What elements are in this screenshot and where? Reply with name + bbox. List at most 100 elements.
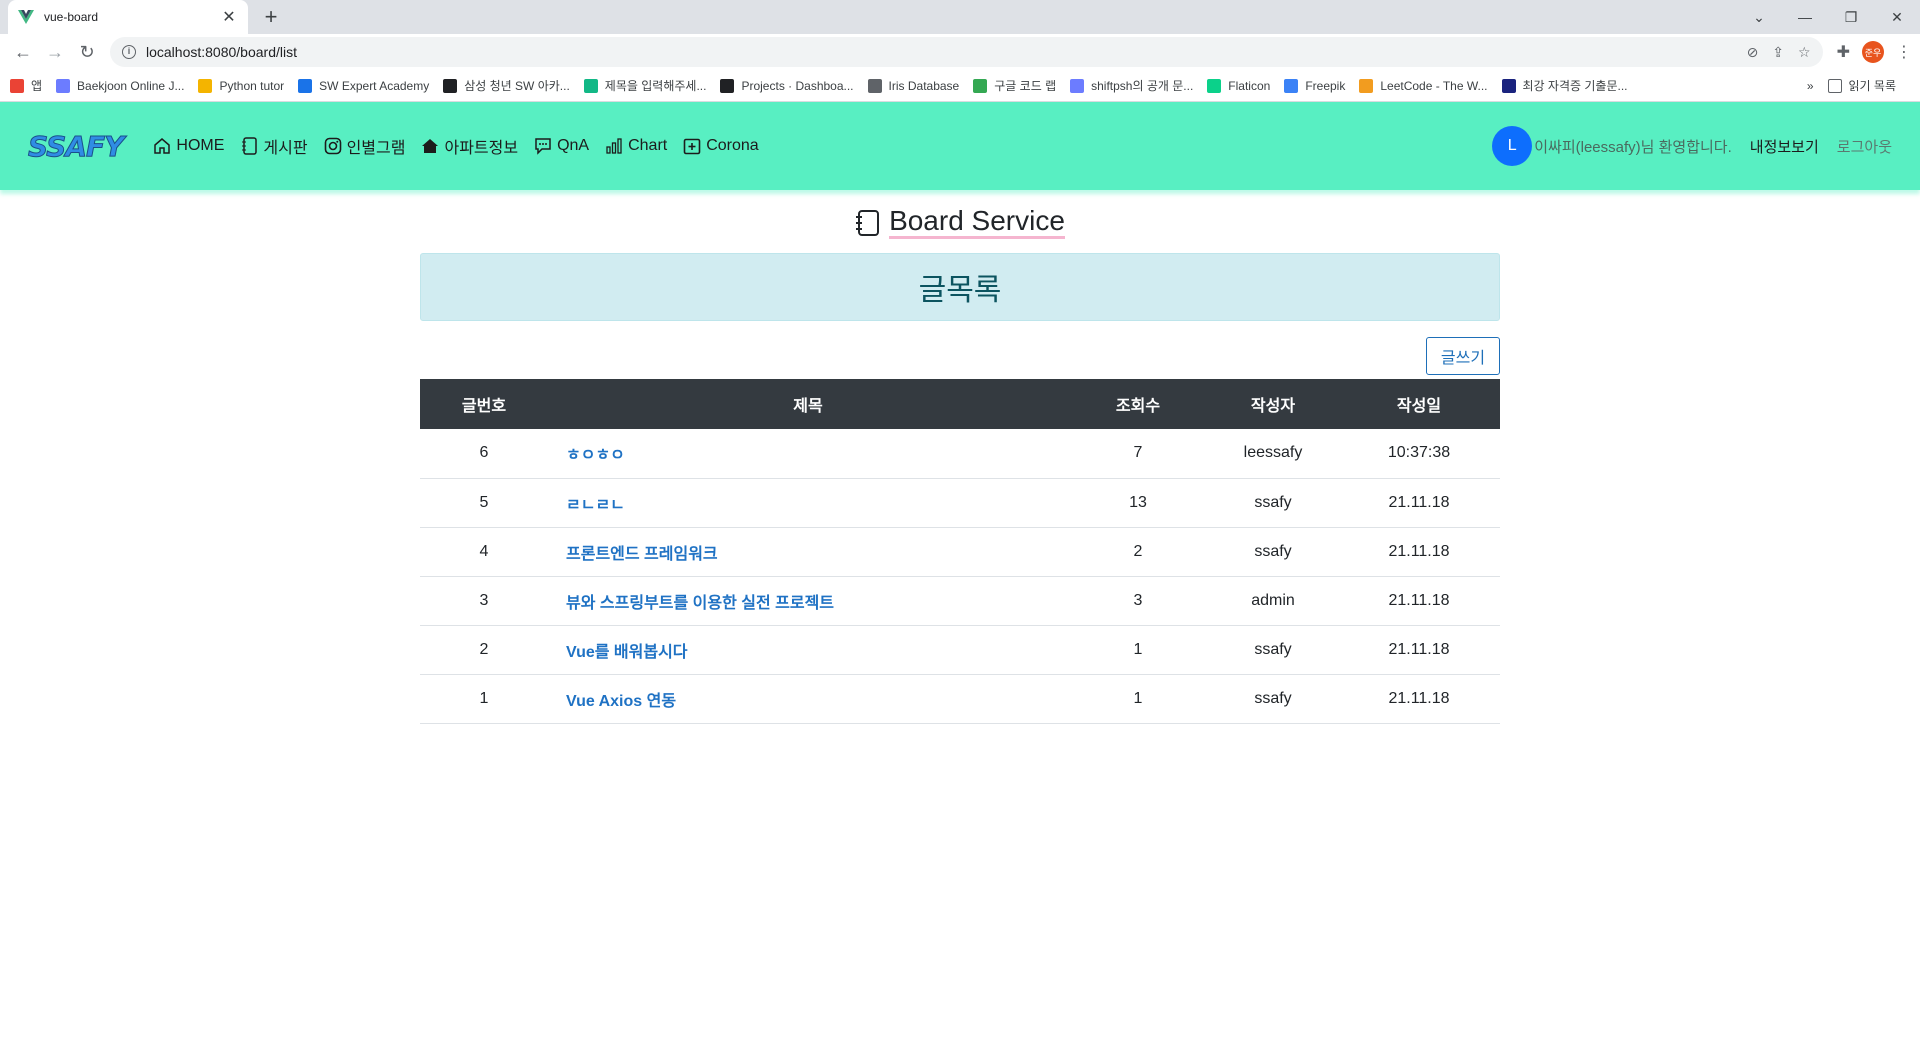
menu-icon[interactable]: ⋮ xyxy=(1896,42,1912,62)
extensions-icon[interactable]: ✚ xyxy=(1837,42,1850,62)
bar-chart-icon xyxy=(605,137,623,155)
vue-logo-icon xyxy=(18,10,34,24)
my-info-link[interactable]: 내정보보기 xyxy=(1750,136,1819,157)
bookmark-item[interactable]: shiftpsh의 공개 문... xyxy=(1070,77,1193,94)
bookmark-item[interactable]: 구글 코드 랩 xyxy=(973,77,1056,94)
nav-link-label: Chart xyxy=(628,137,668,154)
ssafy-logo[interactable]: SSAFY xyxy=(27,129,124,163)
gitlab-icon xyxy=(720,78,735,93)
cell-subject: 프론트엔드 프레임워크 xyxy=(548,527,1068,577)
bookmark-item[interactable]: 최강 자격증 기출문... xyxy=(1501,77,1628,94)
write-button[interactable]: 글쓰기 xyxy=(1426,337,1500,375)
m-icon xyxy=(583,78,598,93)
bookmark-label: SW Expert Academy xyxy=(319,78,430,93)
cell-hit: 7 xyxy=(1068,429,1208,479)
nav-link[interactable]: HOME xyxy=(153,134,224,158)
cell-date: 10:37:38 xyxy=(1338,429,1500,479)
subject-link[interactable]: ㅎㅇㅎㅇ xyxy=(566,447,625,464)
table-row: 2 Vue를 배워봅시다 1 ssafy 21.11.18 xyxy=(420,625,1500,675)
minimize-icon[interactable]: — xyxy=(1782,0,1828,34)
cell-hit: 13 xyxy=(1068,478,1208,528)
close-tab-icon[interactable]: ✕ xyxy=(220,7,238,27)
nav-link[interactable]: Corona xyxy=(683,134,759,158)
bookmark-item[interactable]: Python tutor xyxy=(198,78,285,93)
bookmark-item[interactable]: LeetCode - The W... xyxy=(1359,78,1488,93)
chat-dots-icon xyxy=(534,137,552,155)
app-navbar: SSAFY HOME 게시판 인별그램 아파트정보 QnA Chart Corona L 이… xyxy=(0,102,1920,190)
address-bar[interactable]: i localhost:8080/board/list ⊘ ⇪ ☆ xyxy=(110,37,1823,67)
bookmark-label: 구글 코드 랩 xyxy=(994,79,1057,93)
code-icon xyxy=(1070,78,1085,93)
camera-blocked-icon[interactable]: ⊘ xyxy=(1747,44,1759,61)
profile-avatar[interactable]: 준우 xyxy=(1862,41,1884,63)
cell-subject: ㅎㅇㅎㅇ xyxy=(548,429,1068,479)
subject-link[interactable]: 프론트엔드 프레임워크 xyxy=(566,546,718,563)
cell-hit: 3 xyxy=(1068,576,1208,626)
close-window-icon[interactable]: ✕ xyxy=(1874,0,1920,34)
browser-tab[interactable]: vue-board ✕ xyxy=(8,0,248,34)
bookmark-item[interactable]: Iris Database xyxy=(867,78,960,93)
bookmark-label: Flaticon xyxy=(1228,78,1271,93)
subject-link[interactable]: ㄹㄴㄹㄴ xyxy=(566,497,625,514)
nav-link-label: 아파트정보 xyxy=(444,140,519,157)
tab-search-icon[interactable]: ⌄ xyxy=(1736,0,1782,34)
back-icon[interactable]: ← xyxy=(8,37,38,67)
new-tab-button[interactable]: + xyxy=(258,4,284,30)
nav-link[interactable]: QnA xyxy=(534,134,589,158)
welcome-text: 이싸피(leessafy)님 환영합니다. xyxy=(1534,138,1732,156)
restore-icon[interactable]: ❐ xyxy=(1828,0,1874,34)
reading-list[interactable]: 읽기 목록 xyxy=(1827,77,1896,94)
subject-link[interactable]: Vue Axios 연동 xyxy=(566,693,676,710)
bookmark-item[interactable]: 삼성 청년 SW 아카... xyxy=(443,77,570,94)
cell-subject: 뷰와 스프링부트를 이용한 실전 프로젝트 xyxy=(548,576,1068,626)
forward-icon[interactable]: → xyxy=(40,37,70,67)
nav-link[interactable]: 게시판 xyxy=(240,134,308,158)
bookmark-item[interactable]: Flaticon xyxy=(1207,78,1271,93)
cell-writer: leessafy xyxy=(1208,429,1338,479)
journal-icon xyxy=(856,209,880,236)
bookmark-item[interactable]: Freepik xyxy=(1284,78,1346,93)
codelab-icon xyxy=(973,78,988,93)
cell-writer: ssafy xyxy=(1208,674,1338,724)
cell-hit: 1 xyxy=(1068,625,1208,675)
cell-no: 5 xyxy=(420,478,548,528)
bookmark-label: Freepik xyxy=(1305,78,1346,93)
bookmark-item[interactable]: Baekjoon Online J... xyxy=(56,78,184,93)
share-icon[interactable]: ⇪ xyxy=(1772,44,1784,61)
reading-list-icon xyxy=(1827,78,1842,93)
main-content: Board Service 글목록 글쓰기 글번호 제목 조회수 작성자 작성일… xyxy=(420,206,1500,724)
nav-link[interactable]: 아파트정보 xyxy=(421,134,518,158)
bookmark-label: 삼성 청년 SW 아카... xyxy=(464,79,570,93)
swea-icon xyxy=(298,78,313,93)
nav-link[interactable]: Chart xyxy=(605,134,667,158)
bookmark-item[interactable]: 제목을 입력해주세... xyxy=(583,77,707,94)
board-table: 글번호 제목 조회수 작성자 작성일 6 ㅎㅇㅎㅇ 7 leessafy 10:37:3… xyxy=(420,379,1500,724)
nav-link-label: Corona xyxy=(706,137,759,154)
subject-link[interactable]: 뷰와 스프링부트를 이용한 실전 프로젝트 xyxy=(566,595,834,612)
subject-link[interactable]: Vue를 배워봅시다 xyxy=(566,644,688,661)
bookmarks-bar: 앱 Baekjoon Online J... Python tutor SW Expe… xyxy=(0,70,1920,102)
nav-link-label: 인별그램 xyxy=(346,140,406,157)
cell-no: 1 xyxy=(420,674,548,724)
nav-link-label: 게시판 xyxy=(263,140,308,157)
cell-date: 21.11.18 xyxy=(1338,625,1500,675)
bookmark-label: Projects · Dashboa... xyxy=(741,78,854,93)
bookmark-item[interactable]: SW Expert Academy xyxy=(298,78,430,93)
bookmark-star-icon[interactable]: ☆ xyxy=(1798,44,1811,61)
ssafy-icon xyxy=(443,78,458,93)
bookmark-item[interactable]: Projects · Dashboa... xyxy=(720,78,854,93)
site-info-icon[interactable]: i xyxy=(122,45,136,59)
nav-link[interactable]: 인별그램 xyxy=(324,134,406,158)
bookmark-label: Python tutor xyxy=(219,78,285,93)
more-bookmarks-icon[interactable]: » xyxy=(1807,79,1814,93)
logout-link[interactable]: 로그아웃 xyxy=(1837,136,1892,157)
gsc-icon xyxy=(1501,78,1516,93)
reload-icon[interactable]: ↻ xyxy=(72,37,102,67)
bookmark-label: 제목을 입력해주세... xyxy=(604,79,707,93)
header-date: 작성일 xyxy=(1396,398,1442,415)
bookmark-label: Iris Database xyxy=(888,78,960,93)
cell-hit: 2 xyxy=(1068,527,1208,577)
bookmark-item[interactable]: 앱 xyxy=(10,77,42,94)
nav-link-label: HOME xyxy=(176,137,225,154)
cell-subject: Vue Axios 연동 xyxy=(548,674,1068,724)
